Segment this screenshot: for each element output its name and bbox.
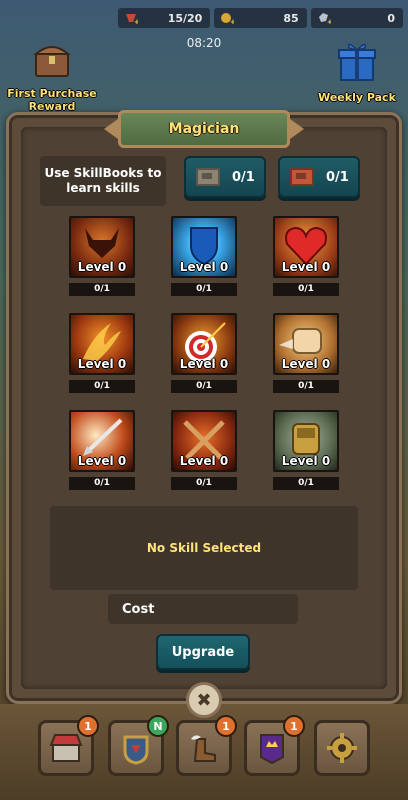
notification-badge: 1 — [283, 715, 305, 737]
hero-helmet-icon — [123, 735, 149, 765]
gold-counter[interactable]: + 85 — [214, 8, 307, 28]
nav-guild-button[interactable]: 1 — [244, 715, 305, 776]
grey-skillbook-button[interactable]: 0/1 — [184, 156, 266, 198]
gold-value: 85 — [283, 11, 299, 25]
energy-value: 15/20 — [167, 11, 203, 25]
red-skillbook-icon — [290, 168, 314, 186]
svg-text:+: + — [134, 18, 138, 25]
skill-level: Level 0 — [281, 260, 331, 274]
fire-claw-icon: Level 0 — [69, 313, 135, 375]
skill-slot[interactable]: Level 0 0/1 — [171, 410, 237, 490]
skill-level: Level 0 — [179, 454, 229, 468]
skill-slot[interactable]: Level 0 0/1 — [69, 313, 135, 393]
grey-skillbook-icon — [196, 168, 220, 186]
skill-slot[interactable]: Level 0 0/1 — [69, 410, 135, 490]
skill-count: 0/1 — [69, 477, 135, 490]
svg-text:+: + — [230, 18, 234, 25]
weekly-pack-button[interactable]: Weekly Pack — [312, 40, 402, 104]
skill-count: 0/1 — [273, 380, 339, 393]
skill-count: 0/1 — [69, 380, 135, 393]
skill-level: Level 0 — [77, 357, 127, 371]
fist-icon: Level 0 — [273, 313, 339, 375]
winged-boot-icon — [191, 735, 216, 762]
demon-icon: Level 0 — [69, 216, 135, 278]
skill-level: Level 0 — [281, 357, 331, 371]
skill-slot[interactable]: Level 0 0/1 — [273, 313, 339, 393]
close-icon: ✖ — [196, 689, 212, 711]
cost-label: Cost — [122, 601, 155, 617]
weekly-pack-label: Weekly Pack — [318, 91, 396, 104]
skillbook-info: Use SkillBooks to learn skills — [40, 156, 166, 206]
skill-count: 0/1 — [171, 283, 237, 296]
new-badge: N — [147, 715, 169, 737]
energy-icon: + — [126, 14, 138, 25]
settings-gear-icon — [327, 733, 357, 763]
upgrade-button[interactable]: Upgrade — [156, 634, 250, 670]
nav-shop-button[interactable]: 1 — [38, 715, 99, 776]
gift-box-icon — [338, 43, 376, 81]
nav-settings-button[interactable] — [314, 720, 370, 776]
svg-text:+: + — [327, 18, 331, 25]
arrow-strike-icon: Level 0 — [69, 410, 135, 472]
skill-description-text: No Skill Selected — [146, 541, 262, 555]
first-purchase-label: First Purchase Reward — [7, 87, 97, 113]
crossed-swords-icon: Level 0 — [171, 410, 237, 472]
gem-value: 0 — [387, 11, 395, 25]
red-skillbook-count: 0/1 — [326, 169, 349, 185]
skill-count: 0/1 — [273, 283, 339, 296]
cost-field: Cost — [108, 594, 298, 624]
skill-slot[interactable]: Level 0 0/1 — [273, 410, 339, 490]
target-arrow-icon: Level 0 — [171, 313, 237, 375]
skill-count: 0/1 — [69, 283, 135, 296]
grey-skillbook-count: 0/1 — [232, 169, 255, 185]
first-purchase-reward-button[interactable]: First Purchase Reward — [2, 40, 102, 113]
red-skillbook-button[interactable]: 0/1 — [278, 156, 360, 198]
skill-count: 0/1 — [171, 477, 237, 490]
gold-icon: + — [221, 13, 234, 25]
skill-slot[interactable]: Level 0 0/1 — [273, 216, 339, 296]
guild-banner-icon — [260, 734, 284, 765]
shop-icon — [49, 734, 83, 762]
skill-level: Level 0 — [77, 454, 127, 468]
skill-count: 0/1 — [273, 477, 339, 490]
chest-icon — [33, 46, 71, 77]
heart-icon: Level 0 — [273, 216, 339, 278]
gauntlet-icon: Level 0 — [273, 410, 339, 472]
skill-description: No Skill Selected — [50, 506, 358, 590]
energy-counter[interactable]: + 15/20 — [118, 8, 211, 28]
skill-level: Level 0 — [179, 260, 229, 274]
skill-level: Level 0 — [77, 260, 127, 274]
skill-slot[interactable]: Level 0 0/1 — [171, 216, 237, 296]
panel-title: Magician — [118, 110, 290, 148]
skill-count: 0/1 — [171, 380, 237, 393]
nav-equipment-button[interactable]: 1 — [176, 715, 237, 776]
gem-icon: + — [318, 13, 331, 25]
close-button[interactable]: ✖ — [186, 682, 222, 718]
nav-hero-button[interactable]: N — [108, 715, 169, 776]
skill-slot[interactable]: Level 0 0/1 — [69, 216, 135, 296]
skill-level: Level 0 — [179, 357, 229, 371]
gem-counter[interactable]: + 0 — [310, 8, 403, 28]
notification-badge: 1 — [215, 715, 237, 737]
shield-icon: Level 0 — [171, 216, 237, 278]
notification-badge: 1 — [77, 715, 99, 737]
resource-bar: + 15/20 + 85 + 0 — [118, 8, 403, 30]
skill-slot[interactable]: Level 0 0/1 — [171, 313, 237, 393]
skill-level: Level 0 — [281, 454, 331, 468]
